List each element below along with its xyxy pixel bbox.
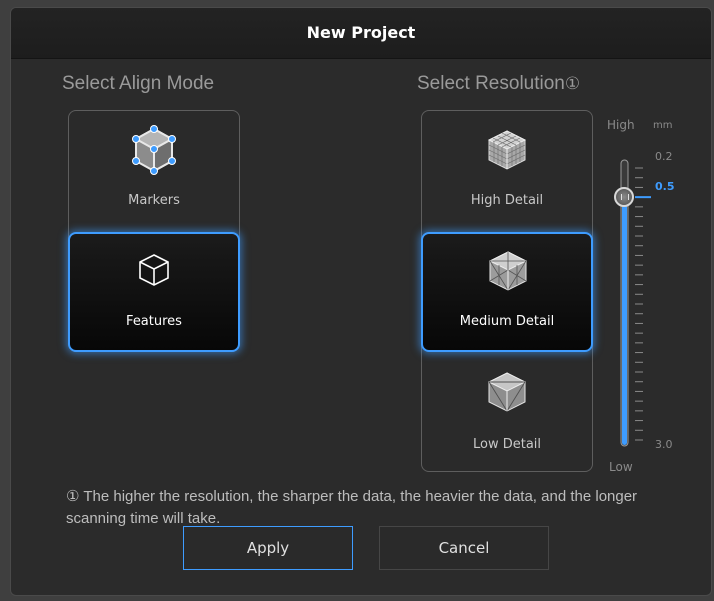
slider-fill	[622, 197, 627, 445]
low-detail-cube-icon	[487, 372, 527, 412]
markers-option[interactable]: Markers	[68, 111, 240, 229]
slider-thumb[interactable]	[614, 187, 634, 208]
slider-low-label: Low	[609, 460, 633, 474]
new-project-dialog: New Project Select Align Mode Markers Fe…	[10, 7, 712, 596]
resolution-slider[interactable]: High mm 0.2 3.0 Low 0.5	[607, 116, 701, 496]
cube-outline-icon	[139, 254, 169, 286]
cancel-button[interactable]: Cancel	[379, 526, 549, 570]
dialog-title: New Project	[306, 23, 416, 42]
high-detail-label: High Detail	[470, 193, 544, 208]
title-bar: New Project	[11, 8, 711, 59]
markers-cube-icon	[132, 125, 176, 175]
features-option[interactable]: Features	[68, 232, 240, 352]
resolution-heading: Select Resolution①	[417, 73, 580, 95]
resolution-note: ① The higher the resolution, the sharper…	[66, 488, 638, 526]
high-detail-cube-icon	[487, 130, 527, 170]
align-mode-panel: Markers Features	[68, 110, 240, 352]
slider-unit-label: mm	[653, 120, 673, 131]
low-detail-option[interactable]: Low Detail	[421, 355, 593, 471]
resolution-heading-text: Select Resolution	[417, 73, 565, 94]
medium-detail-cube-icon	[488, 251, 528, 291]
low-detail-label: Low Detail	[472, 437, 542, 452]
markers-label: Markers	[128, 193, 180, 208]
resolution-panel: High Detail Medium Detail Low Detail	[421, 110, 593, 472]
features-label: Features	[126, 314, 182, 329]
apply-button[interactable]: Apply	[183, 526, 353, 570]
slider-high-label: High	[607, 118, 635, 132]
grip-icon	[621, 194, 629, 201]
medium-detail-option[interactable]: Medium Detail	[421, 232, 593, 352]
resolution-info-marker: ①	[564, 74, 581, 93]
align-mode-heading: Select Align Mode	[62, 73, 215, 94]
high-detail-option[interactable]: High Detail	[421, 111, 593, 229]
medium-detail-label: Medium Detail	[459, 314, 555, 329]
